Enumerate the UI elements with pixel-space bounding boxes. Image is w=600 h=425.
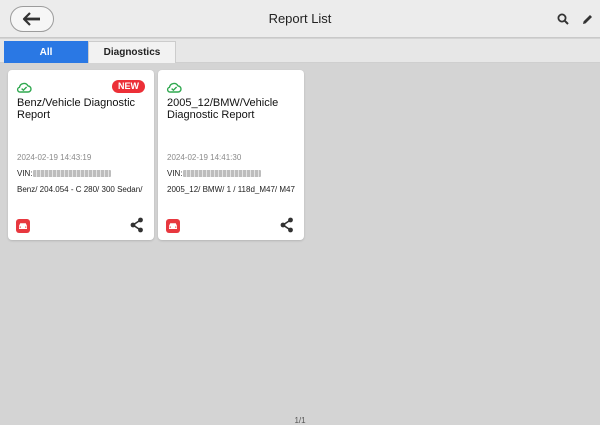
car-icon — [166, 219, 180, 233]
report-title: 2005_12/BMW/Vehicle Diagnostic Report — [167, 97, 279, 121]
report-vehicle-model: Benz/ 204.054 - C 280/ 300 Sedan/ — [17, 185, 143, 194]
filter-tabs: All Diagnostics — [0, 39, 600, 63]
report-card[interactable]: NEW Benz/Vehicle Diagnostic Report 2024-… — [8, 70, 154, 240]
search-icon — [557, 13, 569, 25]
car-icon — [16, 219, 30, 233]
vin-label: VIN: — [17, 169, 33, 178]
share-icon[interactable] — [129, 217, 145, 233]
pencil-icon — [582, 14, 592, 24]
vin-redacted — [32, 170, 111, 178]
vin-label: VIN: — [167, 169, 183, 178]
search-button[interactable] — [554, 10, 572, 28]
new-badge: NEW — [112, 80, 145, 93]
page-indicator: 1/1 — [294, 416, 306, 425]
cloud-check-icon — [166, 82, 182, 93]
top-bar: Report List — [0, 0, 600, 38]
report-vin: VIN: — [167, 169, 261, 178]
edit-button[interactable] — [578, 10, 596, 28]
tab-diagnostics[interactable]: Diagnostics — [88, 41, 176, 63]
report-vin: VIN: — [17, 169, 111, 178]
report-card[interactable]: 2005_12/BMW/Vehicle Diagnostic Report 20… — [158, 70, 304, 240]
cloud-check-icon — [16, 82, 32, 93]
report-timestamp: 2024-02-19 14:43:19 — [17, 153, 92, 162]
tab-all[interactable]: All — [4, 41, 88, 63]
report-timestamp: 2024-02-19 14:41:30 — [167, 153, 242, 162]
page-title: Report List — [268, 11, 332, 26]
share-icon[interactable] — [279, 217, 295, 233]
vin-redacted — [182, 170, 261, 178]
report-vehicle-model: 2005_12/ BMW/ 1 / 118d_M47/ M47 — [167, 185, 295, 194]
report-title: Benz/Vehicle Diagnostic Report — [17, 97, 136, 121]
